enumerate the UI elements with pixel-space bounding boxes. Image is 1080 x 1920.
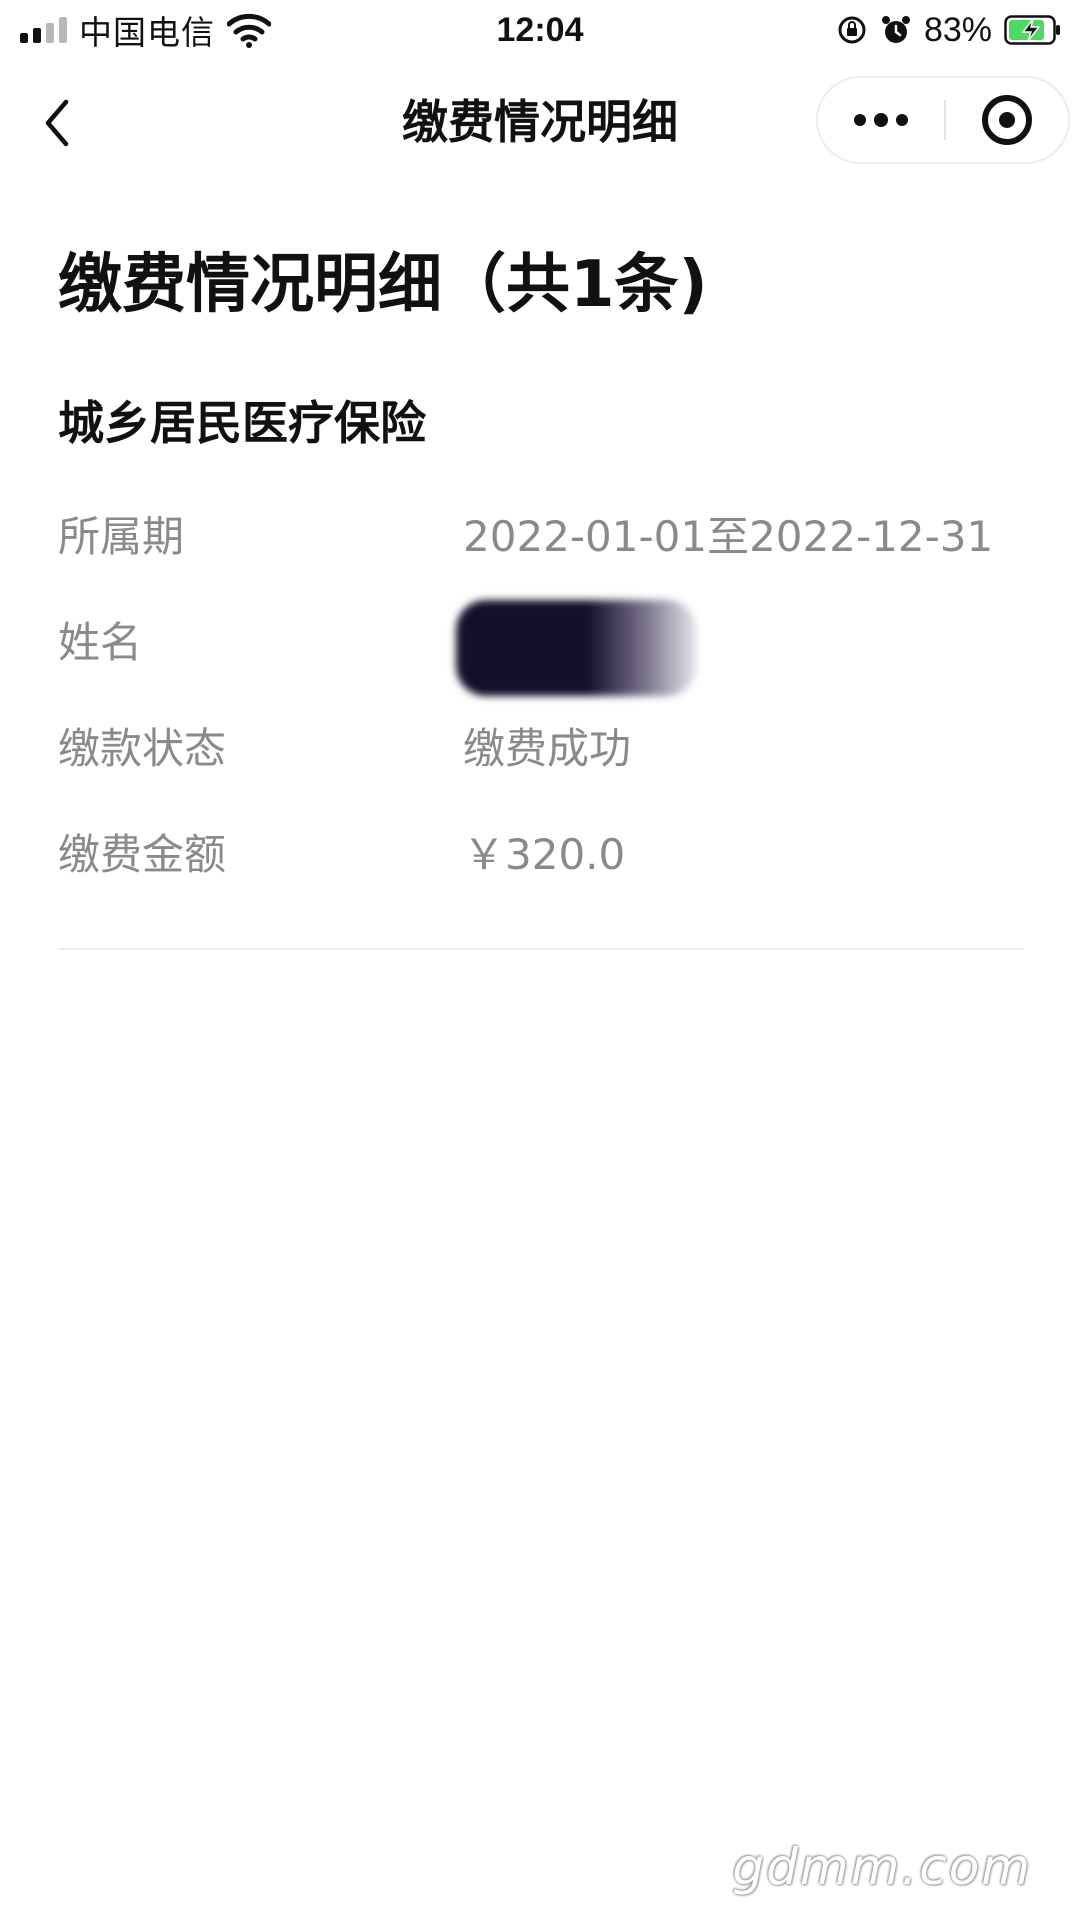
- detail-row-amount: 缴费金额 ￥320.0: [58, 820, 1018, 890]
- divider: [58, 948, 1024, 950]
- detail-value: 2022-01-01至2022-12-31: [463, 512, 994, 561]
- watermark: gdmm.com: [732, 1838, 1032, 1896]
- detail-label: 缴款状态: [58, 724, 227, 773]
- detail-value: 缴费成功: [463, 724, 632, 773]
- detail-row-name: 姓名: [58, 600, 1018, 696]
- alarm-icon: [881, 16, 910, 43]
- status-right: 83%: [836, 8, 1062, 52]
- detail-label: 所属期: [58, 512, 185, 561]
- detail-row-period: 所属期 2022-01-01至2022-12-31: [58, 502, 1018, 572]
- close-button[interactable]: [946, 78, 1068, 162]
- redaction-mark: [456, 600, 696, 696]
- status-bar: 中国电信 12:04 83%: [0, 0, 1080, 60]
- detail-label: 姓名: [58, 618, 143, 667]
- detail-value: ￥320.0: [463, 830, 626, 879]
- battery-percent: 83%: [923, 10, 992, 49]
- battery-charging-icon: [1004, 15, 1060, 45]
- page-heading: 缴费情况明细（共1条): [58, 248, 708, 322]
- more-dots-icon: [854, 113, 908, 127]
- insurance-type: 城乡居民医疗保险: [58, 396, 426, 450]
- target-circle-icon: [982, 95, 1032, 145]
- navigation-bar: 缴费情况明细: [0, 72, 1080, 172]
- detail-label: 缴费金额: [58, 830, 227, 879]
- rotation-lock-icon: [838, 16, 866, 44]
- mini-program-capsule: [816, 76, 1070, 164]
- detail-row-status: 缴款状态 缴费成功: [58, 714, 1018, 784]
- more-button[interactable]: [818, 78, 944, 162]
